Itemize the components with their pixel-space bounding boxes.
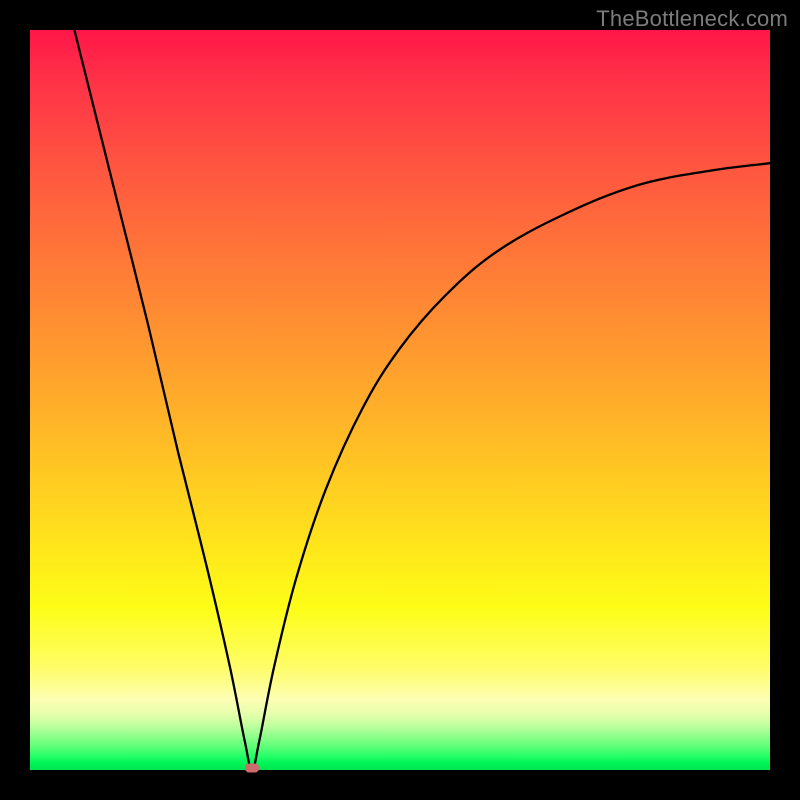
watermark-text: TheBottleneck.com bbox=[596, 6, 788, 32]
curve-svg bbox=[30, 30, 770, 770]
bottleneck-curve bbox=[74, 30, 770, 770]
min-marker bbox=[245, 764, 259, 773]
plot-area bbox=[30, 30, 770, 770]
outer-frame: TheBottleneck.com bbox=[0, 0, 800, 800]
